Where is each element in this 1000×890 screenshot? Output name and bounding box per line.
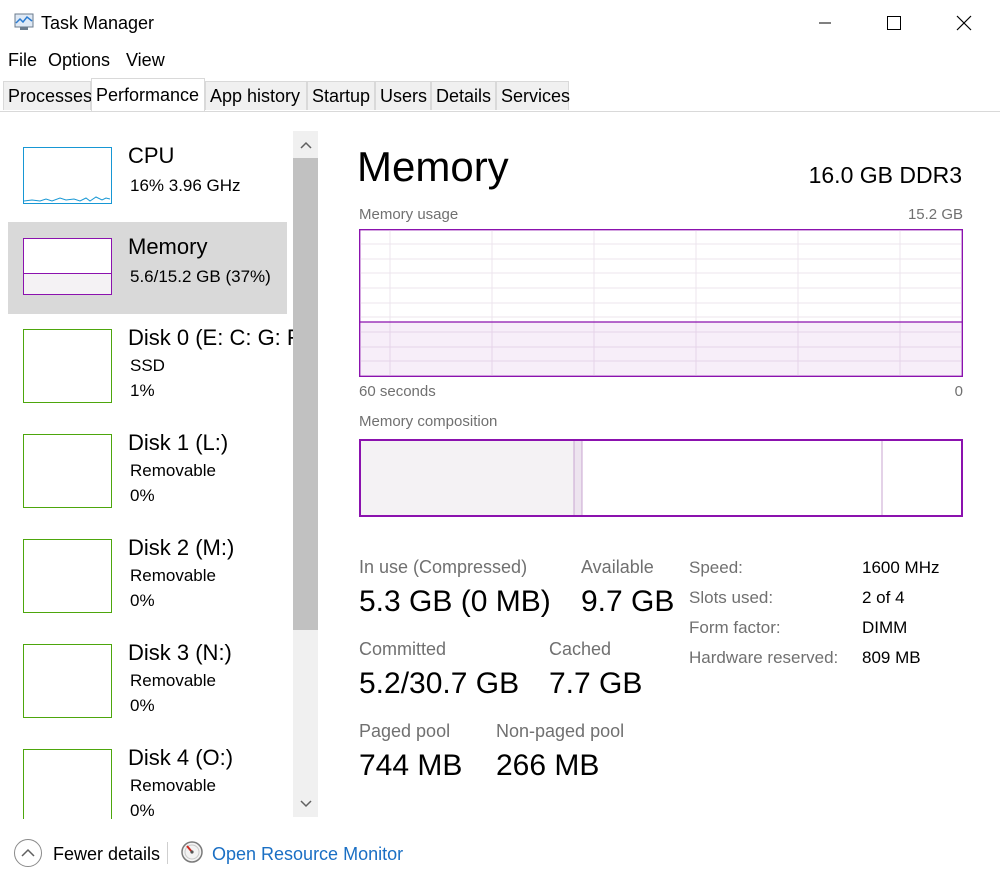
paged-pool-label: Paged pool: [359, 721, 451, 741]
sidebar-item-disk-2[interactable]: Disk 2 (M:) Removable 0%: [8, 523, 287, 623]
task-manager-icon: [14, 13, 34, 31]
sidebar-item-name: CPU: [128, 143, 175, 168]
sidebar-item-detail: 16% 3.96 GHz: [130, 176, 241, 195]
modified-segment: [573, 439, 583, 517]
sidebar-item-type: Removable: [130, 461, 216, 480]
sidebar-item-disk-1[interactable]: Disk 1 (L:) Removable 0%: [8, 418, 287, 518]
sidebar-item-disk-3[interactable]: Disk 3 (N:) Removable 0%: [8, 628, 287, 728]
available-value: 9.7 GB: [581, 585, 675, 618]
time-axis-left: 60 seconds: [359, 383, 436, 400]
tab-details[interactable]: Details: [431, 81, 496, 110]
maximize-icon: [887, 16, 901, 30]
maximize-button[interactable]: [871, 0, 917, 46]
memory-thumbnail-graph: [23, 238, 112, 295]
scrollbar-thumb[interactable]: [293, 158, 318, 630]
menu-view[interactable]: View: [126, 50, 165, 71]
slots-used-value: 2 of 4: [862, 588, 905, 607]
committed-value: 5.2/30.7 GB: [359, 667, 520, 700]
scroll-down-button[interactable]: [293, 792, 318, 816]
resource-monitor-icon: [180, 840, 204, 864]
sidebar-item-disk-4[interactable]: Disk 4 (O:) Removable 0%: [8, 733, 287, 819]
disk-thumbnail-graph: [23, 749, 112, 819]
paged-pool-value: 744 MB: [359, 749, 463, 782]
fewer-details-button[interactable]: Fewer details: [53, 844, 160, 865]
memory-composition-label: Memory composition: [359, 413, 498, 430]
speed-label: Speed:: [689, 558, 743, 577]
footer-divider: [167, 842, 168, 864]
memory-usage-graph: [358, 228, 964, 378]
hardware-reserved-value: 809 MB: [862, 648, 921, 667]
disk-thumbnail-graph: [23, 644, 112, 718]
sidebar-item-type: SSD: [130, 356, 165, 375]
disk-thumbnail-graph: [23, 329, 112, 403]
time-axis-right: 0: [954, 383, 963, 400]
chevron-up-icon: [299, 141, 312, 149]
cpu-thumbnail-graph: [23, 147, 112, 204]
chevron-down-icon: [299, 800, 312, 808]
chevron-up-circle-icon: [14, 839, 42, 867]
tab-app-history[interactable]: App history: [205, 81, 307, 110]
sidebar-item-name: Disk 4 (O:): [128, 745, 234, 770]
fewer-details-toggle[interactable]: [13, 838, 43, 868]
in-use-value: 5.3 GB (0 MB): [359, 585, 551, 618]
sidebar-item-type: Removable: [130, 776, 216, 795]
committed-label: Committed: [359, 639, 447, 659]
sidebar-item-type: Removable: [130, 566, 216, 585]
disk-thumbnail-graph: [23, 434, 112, 508]
tab-services[interactable]: Services: [496, 81, 570, 110]
close-icon: [956, 15, 972, 31]
sidebar-item-usage: 0%: [130, 591, 155, 610]
memory-usage-label: Memory usage: [359, 206, 459, 223]
hardware-summary: 16.0 GB DDR3: [808, 162, 962, 188]
memory-usage-max: 15.2 GB: [907, 206, 963, 223]
non-paged-pool-value: 266 MB: [496, 749, 600, 782]
menu-file[interactable]: File: [8, 50, 37, 71]
sidebar-item-type: Removable: [130, 671, 216, 690]
window-title: Task Manager: [41, 13, 155, 33]
cached-value: 7.7 GB: [549, 667, 643, 700]
minimize-icon: [819, 22, 831, 24]
minimize-button[interactable]: [802, 0, 848, 46]
memory-composition-bar: [359, 439, 963, 517]
in-use-label: In use (Compressed): [359, 557, 528, 577]
open-resource-monitor-link[interactable]: Open Resource Monitor: [212, 844, 403, 865]
cached-label: Cached: [549, 639, 612, 659]
speed-value: 1600 MHz: [862, 558, 940, 577]
hardware-reserved-label: Hardware reserved:: [689, 648, 839, 667]
sidebar-item-detail: 5.6/15.2 GB (37%): [130, 267, 271, 286]
sidebar-item-name: Disk 2 (M:): [128, 535, 235, 560]
in-use-segment: [360, 440, 574, 516]
sidebar-item-name: Disk 0 (E: C: G: F: [128, 325, 301, 350]
close-button[interactable]: [941, 0, 987, 46]
sidebar-item-disk-0[interactable]: Disk 0 (E: C: G: F SSD 1%: [8, 313, 300, 413]
sidebar-item-name: Memory: [128, 234, 208, 259]
non-paged-pool-label: Non-paged pool: [496, 721, 625, 741]
sidebar-item-usage: 0%: [130, 801, 155, 819]
slots-used-label: Slots used:: [689, 588, 774, 607]
tab-users[interactable]: Users: [375, 81, 431, 110]
tab-performance[interactable]: Performance: [91, 78, 205, 111]
resource-list: CPU 16% 3.96 GHz Memory 5.6/15.2 GB (37%…: [0, 111, 320, 819]
tab-startup[interactable]: Startup: [307, 81, 375, 110]
sidebar-item-usage: 0%: [130, 486, 155, 505]
sidebar-item-name: Disk 1 (L:): [128, 430, 229, 455]
sidebar-item-usage: 1%: [130, 381, 155, 400]
form-factor-value: DIMM: [862, 618, 908, 637]
scroll-up-button[interactable]: [293, 133, 318, 157]
sidebar-item-memory[interactable]: Memory 5.6/15.2 GB (37%): [8, 222, 287, 314]
disk-thumbnail-graph: [23, 539, 112, 613]
page-title: Memory: [357, 143, 509, 190]
form-factor-label: Form factor:: [689, 618, 781, 637]
sidebar-item-usage: 0%: [130, 696, 155, 715]
sidebar-item-cpu[interactable]: CPU 16% 3.96 GHz: [8, 131, 287, 223]
menu-options[interactable]: Options: [48, 50, 110, 71]
sidebar-item-name: Disk 3 (N:): [128, 640, 232, 665]
available-label: Available: [581, 557, 654, 577]
tab-processes[interactable]: Processes: [3, 81, 92, 110]
